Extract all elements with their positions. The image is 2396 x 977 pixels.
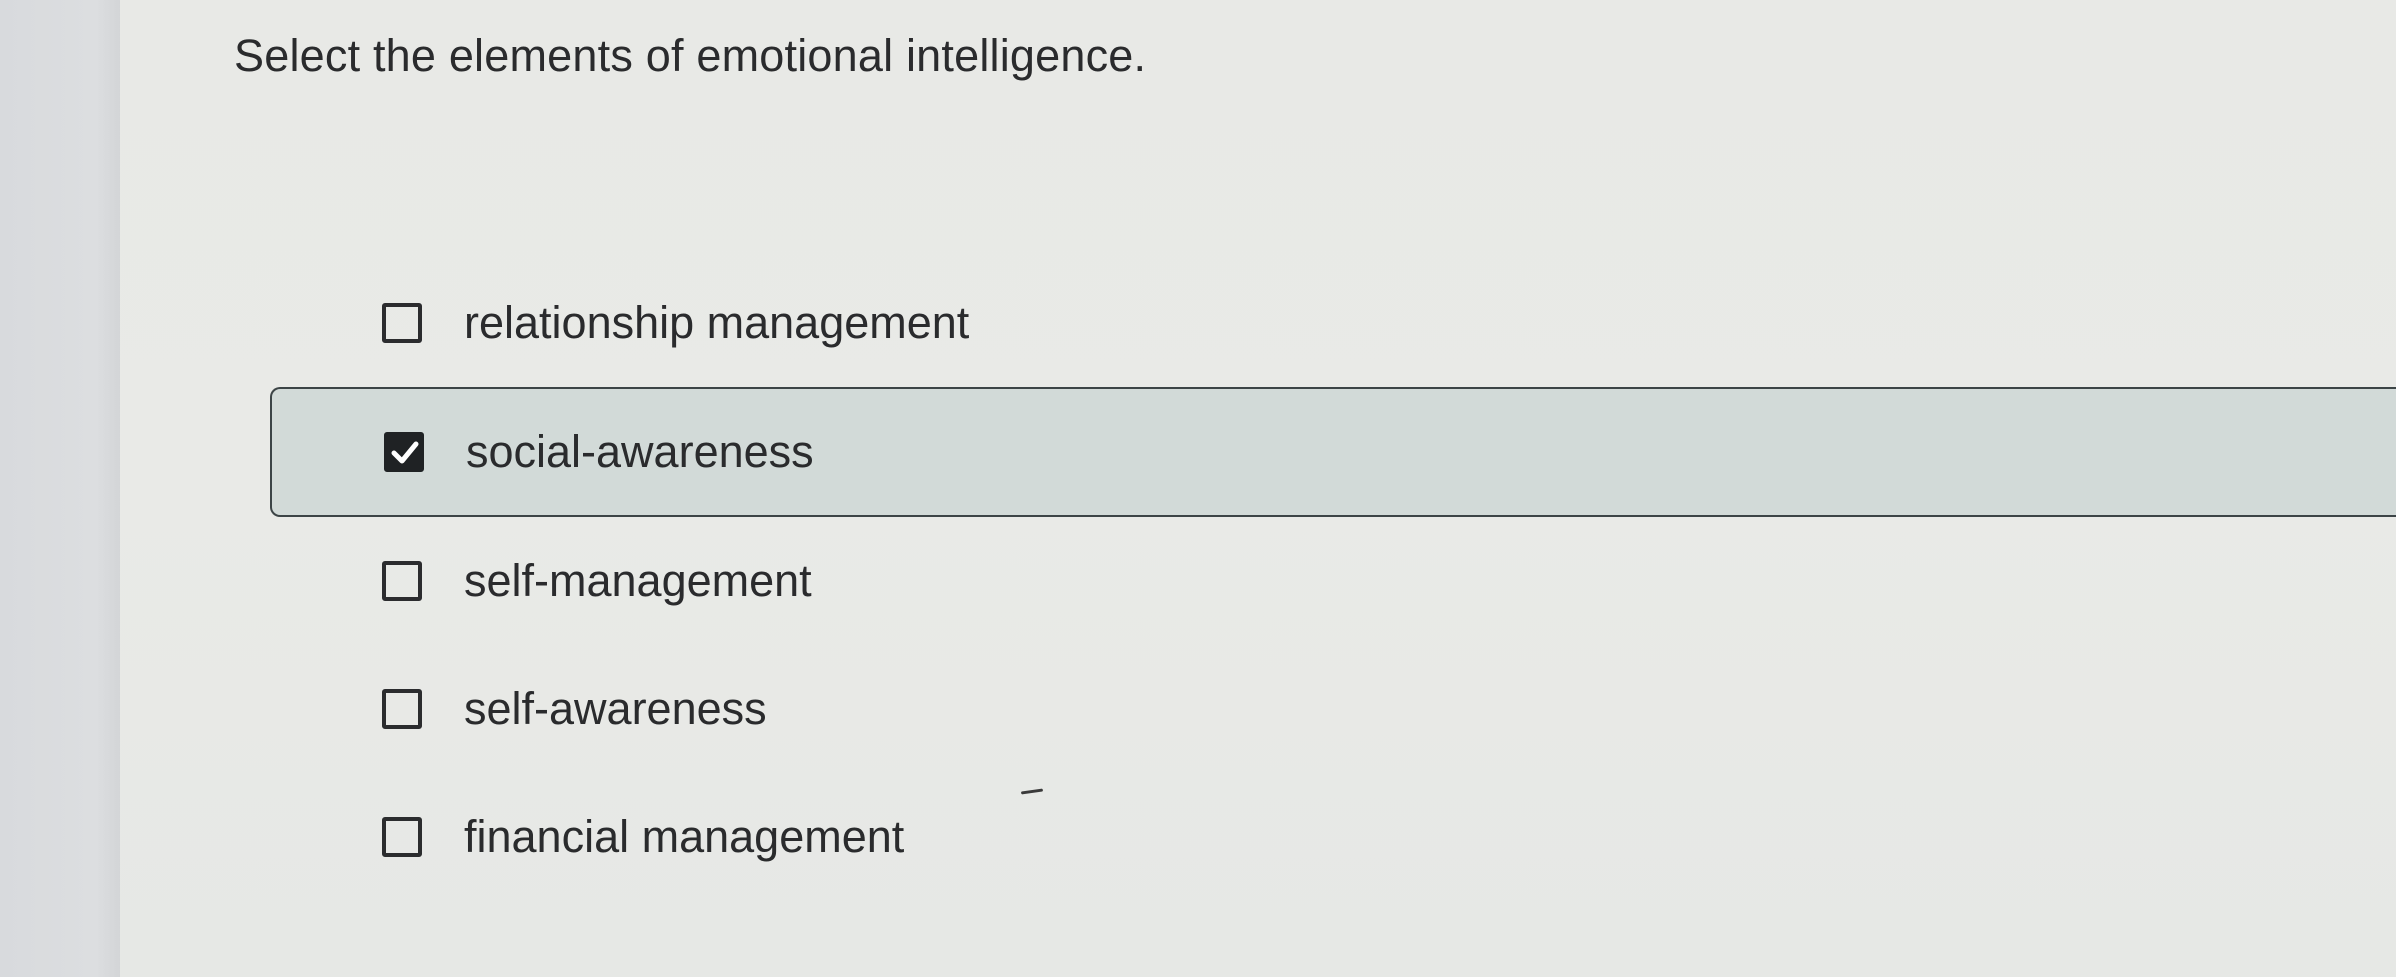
option-relationship-management[interactable]: relationship management [270,258,2396,388]
option-social-awareness[interactable]: social-awareness [270,387,2396,517]
option-label: social-awareness [466,426,814,477]
checkbox-self-management[interactable] [382,561,422,601]
option-financial-management[interactable]: financial management [270,772,2396,902]
option-label: self-management [464,555,812,606]
checkbox-financial-management[interactable] [382,817,422,857]
checkbox-self-awareness[interactable] [382,689,422,729]
checkmark-icon [391,441,419,464]
checkbox-social-awareness[interactable] [384,432,424,472]
option-self-awareness[interactable]: self-awareness [270,644,2396,774]
option-label: financial management [464,811,905,862]
checkbox-relationship-management[interactable] [382,303,422,343]
option-label: relationship management [464,297,970,348]
answer-options: relationship management social-awareness… [0,0,2396,977]
option-self-management[interactable]: self-management [270,516,2396,646]
option-label: self-awareness [464,683,767,734]
